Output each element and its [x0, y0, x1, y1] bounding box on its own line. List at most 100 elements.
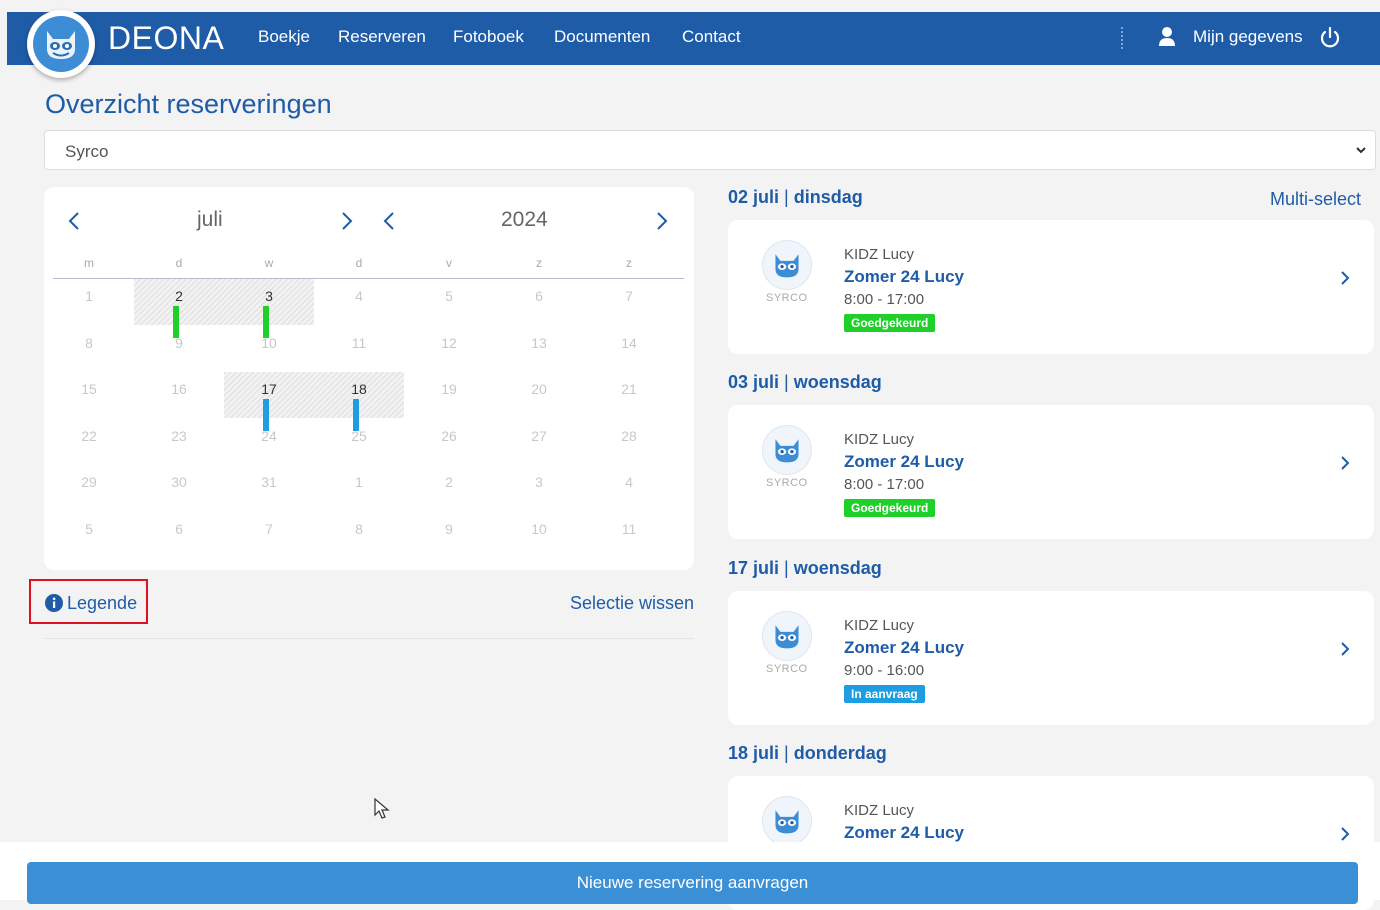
- calendar-day[interactable]: 2: [404, 465, 494, 511]
- calendar-day[interactable]: 8: [44, 326, 134, 372]
- mouse-cursor-icon: [374, 797, 390, 825]
- weekday-header: d: [355, 256, 363, 270]
- calendar-day-number: 29: [81, 474, 97, 490]
- status-dots: [173, 306, 187, 338]
- calendar-day[interactable]: 30: [134, 465, 224, 511]
- chevron-right-icon[interactable]: [1340, 455, 1350, 476]
- nav-separator: [1121, 27, 1125, 49]
- calendar-day[interactable]: 2: [134, 279, 224, 338]
- nav-documenten[interactable]: Documenten: [554, 27, 650, 47]
- calendar-day-number: 22: [81, 427, 97, 444]
- info-icon[interactable]: [45, 594, 63, 617]
- calendar-day[interactable]: 8: [314, 512, 404, 558]
- location-select[interactable]: Syrco: [44, 130, 1376, 170]
- heading-separator: |: [779, 187, 794, 207]
- calendar-day-number: 27: [531, 427, 547, 444]
- calendar-day-number: 14: [621, 334, 637, 351]
- next-month-icon[interactable]: [341, 211, 353, 236]
- prev-month-icon[interactable]: [68, 211, 80, 236]
- calendar-day[interactable]: 14: [584, 326, 674, 372]
- calendar-day[interactable]: 11: [584, 512, 674, 558]
- calendar-day[interactable]: 12: [404, 326, 494, 372]
- calendar-day[interactable]: 19: [404, 372, 494, 418]
- syrco-logo-icon: [762, 611, 812, 661]
- reservation-date: 02 juli: [728, 187, 780, 207]
- calendar-day[interactable]: 6: [134, 512, 224, 558]
- calendar-day[interactable]: 3: [494, 465, 584, 511]
- logo-caption: SYRCO: [766, 477, 808, 489]
- calendar-day[interactable]: 9: [404, 512, 494, 558]
- calendar-day[interactable]: 25: [314, 419, 404, 465]
- calendar-day[interactable]: 22: [44, 419, 134, 465]
- calendar-day-number: 10: [531, 520, 547, 537]
- weekday-header: v: [446, 256, 452, 270]
- nav-reserveren[interactable]: Reserveren: [338, 27, 426, 47]
- calendar-day[interactable]: 28: [584, 419, 674, 465]
- reservation-name: Zomer 24 Lucy: [844, 267, 964, 286]
- calendar-day[interactable]: 6: [494, 279, 584, 325]
- calendar-day[interactable]: 26: [404, 419, 494, 465]
- reservation-org: KIDZ Lucy: [844, 431, 915, 448]
- deona-logo[interactable]: [27, 10, 95, 78]
- calendar-day-number: 26: [441, 427, 457, 444]
- calendar-day[interactable]: 17: [224, 372, 314, 431]
- clear-selection-link[interactable]: Selectie wissen: [570, 593, 694, 614]
- reservation-card[interactable]: SYRCO KIDZ Lucy Zomer 24 Lucy 9:00 - 16:…: [728, 591, 1374, 725]
- calendar-day[interactable]: 16: [134, 372, 224, 418]
- syrco-logo-icon: [762, 796, 812, 846]
- reservation-card[interactable]: SYRCO KIDZ Lucy Zomer 24 Lucy 8:00 - 17:…: [728, 220, 1374, 354]
- calendar-day[interactable]: 5: [44, 512, 134, 558]
- calendar-day[interactable]: 4: [314, 279, 404, 325]
- nav-contact[interactable]: Contact: [682, 27, 741, 47]
- prev-year-icon[interactable]: [383, 211, 395, 236]
- calendar-day[interactable]: 11: [314, 326, 404, 372]
- calendar-day[interactable]: 27: [494, 419, 584, 465]
- calendar-day[interactable]: 7: [584, 279, 674, 325]
- calendar-day[interactable]: 3: [224, 279, 314, 338]
- chevron-right-icon[interactable]: [1340, 641, 1350, 662]
- calendar-day-number: 12: [441, 334, 457, 351]
- calendar-day[interactable]: 7: [224, 512, 314, 558]
- calendar-day[interactable]: 29: [44, 465, 134, 511]
- section-divider: [44, 638, 694, 639]
- legend-link[interactable]: Legende: [67, 593, 137, 614]
- status-badge: In aanvraag: [844, 685, 925, 703]
- calendar-day-number: 8: [85, 334, 93, 351]
- calendar-day[interactable]: 20: [494, 372, 584, 418]
- calendar-day[interactable]: 31: [224, 465, 314, 511]
- multi-select-link[interactable]: Multi-select: [1270, 189, 1361, 210]
- calendar-day[interactable]: 1: [314, 465, 404, 511]
- nav-fotoboek[interactable]: Fotoboek: [453, 27, 524, 47]
- calendar-day-number: 16: [171, 381, 187, 397]
- reservation-card[interactable]: SYRCO KIDZ Lucy Zomer 24 Lucy 8:00 - 17:…: [728, 405, 1374, 539]
- calendar-day[interactable]: 21: [584, 372, 674, 418]
- calendar-day[interactable]: 5: [404, 279, 494, 325]
- calendar-day-number: 5: [85, 520, 93, 537]
- new-reservation-button[interactable]: Nieuwe reservering aanvragen: [27, 862, 1358, 904]
- power-icon[interactable]: [1318, 26, 1342, 55]
- calendar-day-number: 31: [261, 474, 277, 490]
- calendar-day[interactable]: 9: [134, 326, 224, 372]
- calendar-day[interactable]: 23: [134, 419, 224, 465]
- calendar-day[interactable]: 10: [224, 326, 314, 372]
- calendar-day[interactable]: 15: [44, 372, 134, 418]
- my-details-link[interactable]: Mijn gegevens: [1193, 27, 1303, 47]
- calendar-day[interactable]: 24: [224, 419, 314, 465]
- calendar-day[interactable]: 1: [44, 279, 134, 325]
- user-icon[interactable]: [1158, 26, 1176, 51]
- calendar: juli 2024 mdwdvzz 1 2 3 4 5 6 7 8 9 10 11 12 13 14 15 1…: [44, 187, 694, 570]
- status-dot: [263, 306, 269, 322]
- next-year-icon[interactable]: [656, 211, 668, 236]
- calendar-day-number: 30: [171, 474, 187, 490]
- reservation-date-heading: 03 juli | woensdag: [728, 372, 882, 393]
- calendar-day[interactable]: 10: [494, 512, 584, 558]
- calendar-day[interactable]: 13: [494, 326, 584, 372]
- calendar-day-number: 17: [261, 381, 277, 397]
- calendar-day[interactable]: 18: [314, 372, 404, 431]
- heading-separator: |: [779, 558, 794, 578]
- chevron-right-icon[interactable]: [1340, 270, 1350, 291]
- calendar-day-number: 4: [355, 288, 363, 304]
- calendar-day[interactable]: 4: [584, 465, 674, 511]
- calendar-day-number: 8: [355, 520, 363, 537]
- nav-boekje[interactable]: Boekje: [258, 27, 310, 47]
